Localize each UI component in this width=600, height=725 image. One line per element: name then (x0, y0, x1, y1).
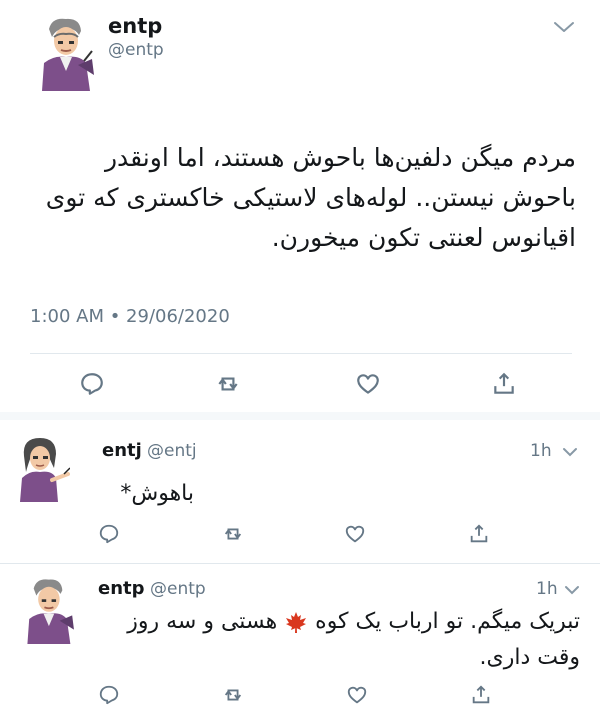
tweet-timestamp[interactable]: 1:00 AM • 29/06/2020 (30, 306, 230, 327)
reply-time[interactable]: 1h (530, 441, 552, 461)
reply-icon[interactable] (79, 371, 105, 397)
reply-tweet[interactable]: entj @entj 1h باهوش* (0, 420, 600, 572)
author-name[interactable]: entp (108, 14, 162, 38)
retweet-icon[interactable] (222, 684, 244, 706)
chevron-down-icon[interactable] (564, 584, 580, 596)
woman-pointing-avatar-icon[interactable] (14, 434, 70, 502)
gray-haired-man-avatar-icon[interactable] (34, 15, 96, 91)
share-icon[interactable] (468, 523, 490, 545)
reply-author-name[interactable]: entj (102, 440, 142, 461)
chevron-down-icon[interactable] (552, 18, 576, 36)
share-icon[interactable] (491, 371, 517, 397)
retweet-icon[interactable] (215, 371, 241, 397)
gray-haired-man-avatar-icon[interactable] (20, 576, 76, 644)
reply-text-part: تبریک میگم. تو ارباب یک کوه (308, 609, 580, 634)
like-icon[interactable] (346, 684, 368, 706)
reply-text: باهوش* (120, 481, 194, 506)
main-tweet: entp @entp مردم میگن دلفین‌ها باحوش هستن… (0, 0, 600, 412)
retweet-icon[interactable] (222, 523, 244, 545)
like-icon[interactable] (355, 371, 381, 397)
reply-author-name[interactable]: entp (98, 578, 145, 599)
reply-text: تبریک میگم. تو ارباب یک کوه هستی و سه رو… (98, 604, 580, 676)
section-separator (0, 412, 600, 420)
reply-author-handle[interactable]: @entp (150, 579, 206, 599)
like-icon[interactable] (344, 523, 366, 545)
maple-leaf-icon (286, 612, 307, 633)
reply-icon[interactable] (98, 523, 120, 545)
divider (30, 353, 572, 354)
reply-tweet[interactable]: entp @entp 1h تبریک میگم. تو ارباب یک کو… (0, 564, 600, 725)
share-icon[interactable] (470, 684, 492, 706)
reply-time[interactable]: 1h (536, 579, 558, 599)
chevron-down-icon[interactable] (562, 446, 578, 458)
author-handle[interactable]: @entp (108, 40, 164, 60)
tweet-text: مردم میگن دلفین‌ها باحوش هستند، اما اونق… (45, 143, 576, 252)
reply-icon[interactable] (98, 684, 120, 706)
reply-author-handle[interactable]: @entj (147, 441, 197, 461)
